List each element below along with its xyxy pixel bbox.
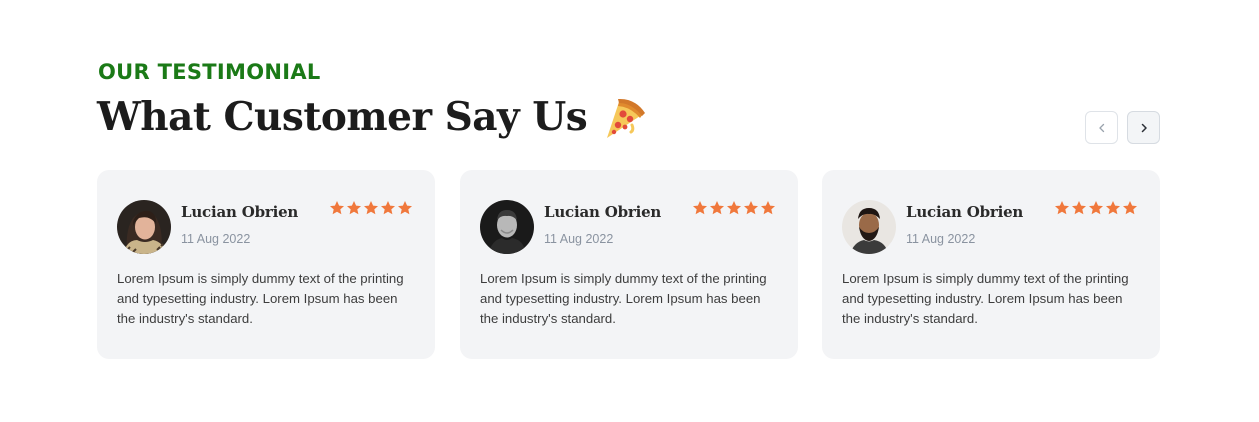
star-icon — [744, 201, 758, 215]
star-icon — [727, 201, 741, 215]
testimonial-card: Lucian Obrien 11 Aug 2022 Lorem Ipsum is… — [460, 170, 798, 359]
chevron-left-icon — [1098, 123, 1104, 132]
testimonial-card: Lucian Obrien 11 Aug 2022 Lorem Ipsum is… — [97, 170, 435, 359]
testimonial-section: OUR TESTIMONIAL What Customer Say Us Luc… — [0, 0, 1259, 422]
review-date: 11 Aug 2022 — [544, 232, 614, 246]
reviewer-name: Lucian Obrien — [181, 203, 299, 221]
testimonial-text: Lorem Ipsum is simply dummy text of the … — [842, 271, 1129, 326]
star-icon — [330, 201, 344, 215]
star-icon — [1089, 201, 1103, 215]
star-icon — [1055, 201, 1069, 215]
avatar — [842, 200, 896, 254]
carousel-prev-button[interactable] — [1085, 111, 1118, 144]
review-date: 11 Aug 2022 — [906, 232, 976, 246]
testimonial-text: Lorem Ipsum is simply dummy text of the … — [480, 271, 767, 326]
star-icon — [1106, 201, 1120, 215]
star-icon — [381, 201, 395, 215]
carousel-next-button[interactable] — [1127, 111, 1160, 144]
star-icon — [398, 201, 412, 215]
star-rating — [329, 200, 413, 216]
avatar — [117, 200, 171, 254]
chevron-right-icon — [1141, 123, 1147, 132]
avatar — [480, 200, 534, 254]
star-rating — [1054, 200, 1138, 216]
review-date: 11 Aug 2022 — [181, 232, 251, 246]
section-eyebrow: OUR TESTIMONIAL — [98, 60, 321, 84]
star-rating — [692, 200, 776, 216]
pizza-icon — [599, 92, 647, 142]
star-icon — [710, 201, 724, 215]
star-icon — [347, 201, 361, 215]
section-title: What Customer Say Us — [97, 94, 588, 140]
star-icon — [1123, 201, 1137, 215]
testimonial-text: Lorem Ipsum is simply dummy text of the … — [117, 271, 404, 326]
testimonial-card: Lucian Obrien 11 Aug 2022 Lorem Ipsum is… — [822, 170, 1160, 359]
section-heading: What Customer Say Us — [97, 92, 647, 142]
star-icon — [761, 201, 775, 215]
reviewer-name: Lucian Obrien — [906, 203, 1024, 221]
star-icon — [364, 201, 378, 215]
star-icon — [693, 201, 707, 215]
star-icon — [1072, 201, 1086, 215]
reviewer-name: Lucian Obrien — [544, 203, 662, 221]
